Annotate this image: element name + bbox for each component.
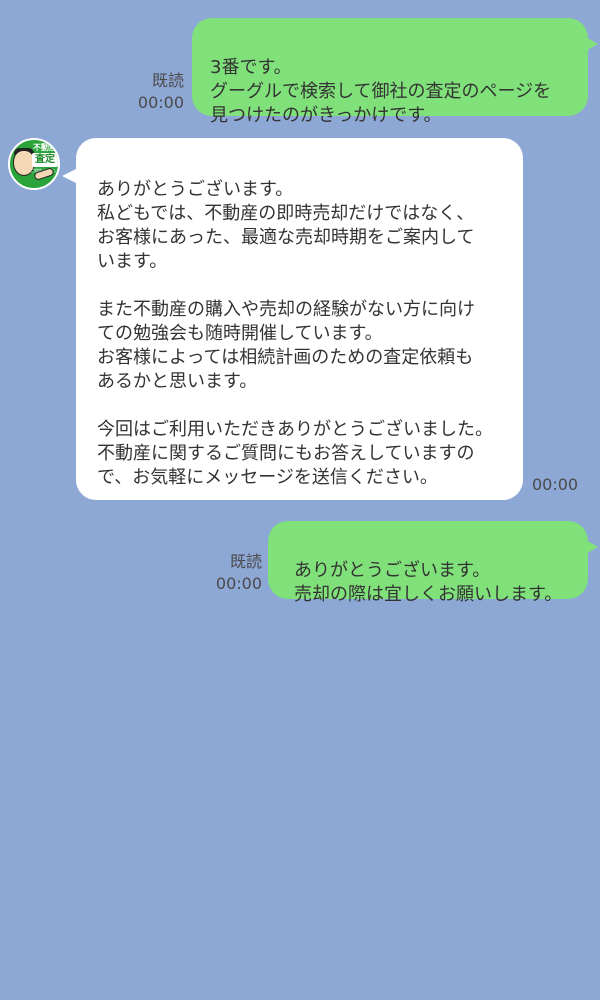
outgoing-message-bubble[interactable]: 3番です。 グーグルで検索して御社の査定のページを 見つけたのがきっかけです。 (192, 18, 598, 126)
message-time: 00:00 (137, 93, 184, 112)
incoming-message-bubble[interactable]: ありがとうございます。 私どもでは、不動産の即時売却だけではなく、 お客様にあっ… (62, 138, 523, 500)
message-text: ありがとうございます。 売却の際は宜しくお願いします。 (294, 560, 563, 605)
message-meta: 既読 00:00 (196, 551, 262, 595)
message-text: ありがとうございます。 私どもでは、不動産の即時売却だけではなく、 お客様にあっ… (97, 179, 493, 488)
sender-avatar[interactable]: 不動産 査定 ご相談ください (8, 138, 60, 190)
message-meta: 既読 00:00 (118, 70, 184, 114)
message-time: 00:00 (215, 574, 262, 593)
outgoing-message-bubble[interactable]: ありがとうございます。 売却の際は宜しくお願いします。 (268, 521, 598, 605)
avatar-label-main: 査定 (32, 153, 58, 167)
read-receipt: 既読 (151, 71, 184, 90)
read-receipt: 既読 (229, 552, 262, 571)
message-time: 00:00 (532, 475, 579, 494)
avatar-label-top: 不動産 (33, 143, 57, 152)
chat-area[interactable]: 既読 00:00 3番です。 グーグルで検索して御社の査定のページを 見つけたの… (0, 0, 600, 1000)
message-text: 3番です。 グーグルで検索して御社の査定のページを 見つけたのがきっかけです。 (210, 57, 552, 126)
